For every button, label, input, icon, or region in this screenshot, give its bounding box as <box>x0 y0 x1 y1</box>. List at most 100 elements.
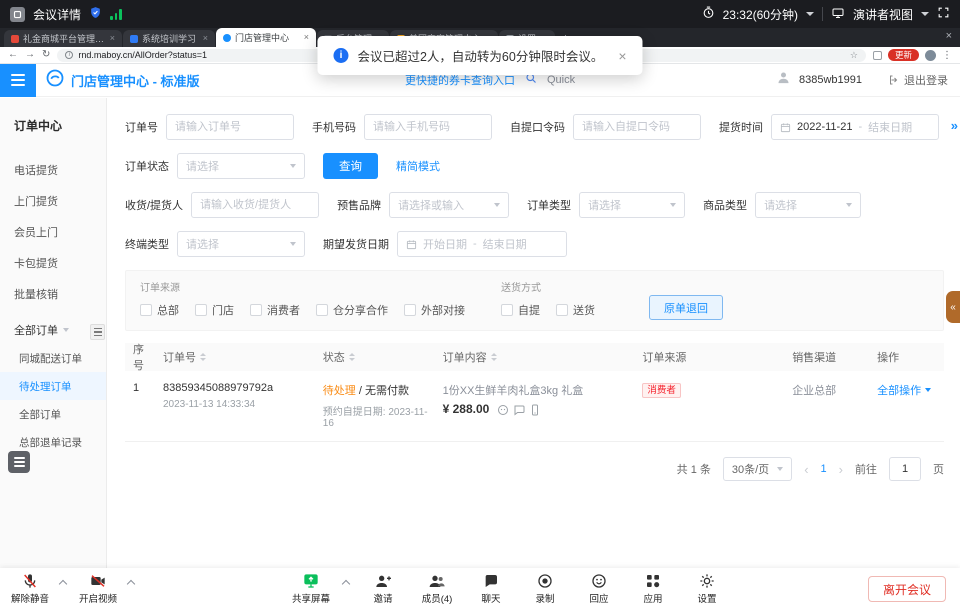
expect-ship-date-range[interactable]: 开始日期 - 结束日期 <box>397 231 567 257</box>
side-drawer-handle[interactable]: « <box>946 291 960 323</box>
search-button[interactable]: 查询 <box>323 153 378 179</box>
sidebar-item-city-delivery-orders[interactable]: 同城配送订单 <box>0 344 106 372</box>
tab-close-icon[interactable]: × <box>304 33 309 42</box>
presale-brand-select[interactable]: 请选择或输入 <box>389 192 509 218</box>
sidebar-item-member-visit[interactable]: 会员上门 <box>0 216 106 247</box>
quick-label[interactable]: Quick <box>547 74 575 86</box>
checkbox-hq[interactable]: 总部 <box>140 302 179 318</box>
original-order-return-button[interactable]: 原单退回 <box>649 295 723 320</box>
fullscreen-icon[interactable] <box>937 6 950 22</box>
col-content[interactable]: 订单内容 <box>435 349 635 365</box>
next-page-button[interactable]: › <box>839 462 843 477</box>
order-no-input[interactable] <box>166 114 294 140</box>
checkbox-shared-warehouse[interactable]: 仓分享合作 <box>316 302 388 318</box>
start-video-button[interactable]: 开启视频 <box>76 573 120 605</box>
timer-icon <box>702 6 715 22</box>
goto-page-input[interactable] <box>889 457 921 481</box>
tab-close-icon[interactable]: × <box>203 34 208 43</box>
checkbox-external[interactable]: 外部对接 <box>404 302 465 318</box>
sidebar-item-phone-pickup[interactable]: 电话提货 <box>0 154 106 185</box>
order-type-select[interactable]: 请选择 <box>579 192 685 218</box>
order-no[interactable]: 83859345088979792a <box>163 382 315 394</box>
site-info-icon[interactable]: i <box>65 51 73 59</box>
refresh-icon[interactable]: ↻ <box>42 50 50 60</box>
page-size-select[interactable]: 30条/页 <box>723 457 792 481</box>
order-status-select[interactable]: 请选择 <box>177 153 305 179</box>
extensions-icon[interactable] <box>873 51 882 60</box>
prev-page-button[interactable]: ‹ <box>804 462 808 477</box>
current-page[interactable]: 1 <box>821 463 827 475</box>
phone-icon[interactable] <box>529 404 541 416</box>
sort-icon[interactable] <box>200 353 206 361</box>
checkbox-consumer[interactable]: 消费者 <box>250 302 300 318</box>
window-close-icon[interactable]: × <box>946 30 952 42</box>
sort-icon[interactable] <box>491 353 497 361</box>
checkbox-delivery[interactable]: 送货 <box>556 302 595 318</box>
goods-type-select[interactable]: 请选择 <box>755 192 861 218</box>
orders-table: 序号 订单号 状态 订单内容 订单来源 销售渠道 操作 1 8385934508… <box>125 343 944 442</box>
username[interactable]: 8385wb1991 <box>799 74 862 86</box>
browser-update-button[interactable]: 更新 <box>888 49 919 61</box>
video-options-chevron[interactable] <box>127 580 135 588</box>
share-screen-button[interactable]: 共享屏幕 <box>289 573 333 605</box>
browser-menu-icon[interactable]: ⋮ <box>942 50 952 61</box>
sidebar-item-batch-verify[interactable]: 批量核销 <box>0 278 106 309</box>
sidebar-item-door-pickup[interactable]: 上门提货 <box>0 185 106 216</box>
invite-button[interactable]: 邀请 <box>361 573 405 605</box>
wechat-icon[interactable] <box>497 404 509 416</box>
chat-icon <box>483 573 499 589</box>
back-icon[interactable]: ← <box>8 50 18 60</box>
sort-icon[interactable] <box>349 353 355 361</box>
terminal-type-select[interactable]: 请选择 <box>177 231 305 257</box>
leave-meeting-button[interactable]: 离开会议 <box>868 576 946 602</box>
chat-button[interactable]: 聊天 <box>469 573 513 605</box>
mic-options-chevron[interactable] <box>59 580 67 588</box>
meeting-title[interactable]: 会议详情 <box>33 6 81 23</box>
view-mode-dropdown-icon[interactable] <box>921 12 929 16</box>
message-icon[interactable] <box>513 404 525 416</box>
bookmark-star-icon[interactable]: ☆ <box>850 50 858 61</box>
order-status-label: 订单状态 <box>125 158 169 174</box>
sidebar-toggle-button[interactable] <box>0 64 36 97</box>
tab-close-icon[interactable]: × <box>110 34 115 43</box>
sidebar-item-cardpack-pickup[interactable]: 卡包提货 <box>0 247 106 278</box>
forward-icon[interactable]: → <box>25 50 35 60</box>
view-mode-label[interactable]: 演讲者视图 <box>853 6 913 23</box>
receiver-input[interactable] <box>191 192 319 218</box>
pickup-code-input[interactable] <box>573 114 701 140</box>
phone-input[interactable] <box>364 114 492 140</box>
toast-close-icon[interactable]: × <box>618 48 626 64</box>
checkbox-store[interactable]: 门店 <box>195 302 234 318</box>
duration-dropdown-icon[interactable] <box>806 12 814 16</box>
col-action: 操作 <box>869 349 944 365</box>
col-order-no[interactable]: 订单号 <box>155 349 315 365</box>
all-actions-dropdown[interactable]: 全部操作 <box>877 382 931 398</box>
checkbox-self-pickup[interactable]: 自提 <box>501 302 540 318</box>
sidebar-item-pending-orders[interactable]: 待处理订单 <box>0 372 106 400</box>
shield-icon[interactable] <box>89 6 102 22</box>
checkbox-icon <box>250 304 262 316</box>
browser-profile-avatar[interactable] <box>925 50 936 61</box>
calendar-icon <box>406 239 417 250</box>
sidebar-item-all-orders[interactable]: 全部订单 <box>0 400 106 428</box>
order-source-group: 订单来源 总部 门店 消费者 仓分享合作 外部对接 <box>140 279 465 318</box>
browser-tab[interactable]: 系统培训学习 × <box>123 30 215 47</box>
collapse-filters-icon[interactable]: » <box>951 118 958 133</box>
members-button[interactable]: 成员(4) <box>415 573 459 605</box>
col-status[interactable]: 状态 <box>315 349 435 365</box>
browser-tab-active[interactable]: 门店管理中心 × <box>216 28 316 47</box>
reactions-button[interactable]: 回应 <box>577 573 621 605</box>
logout-button[interactable]: 退出登录 <box>888 72 948 88</box>
share-options-chevron[interactable] <box>342 580 350 588</box>
floating-list-button[interactable] <box>8 451 30 473</box>
network-signal-icon[interactable] <box>110 9 122 20</box>
settings-button[interactable]: 设置 <box>685 573 729 605</box>
order-source-label: 订单来源 <box>140 279 465 294</box>
record-button[interactable]: 录制 <box>523 573 567 605</box>
apps-button[interactable]: 应用 <box>631 573 675 605</box>
browser-tab[interactable]: 礼金商城平台管理中心 × <box>4 30 122 47</box>
unmute-button[interactable]: 解除静音 <box>8 573 52 605</box>
sidebar-collapse-handle[interactable] <box>90 324 105 340</box>
pickup-date-range[interactable]: 2022-11-21 - 结束日期 <box>771 114 939 140</box>
simple-mode-link[interactable]: 精简模式 <box>396 158 440 174</box>
